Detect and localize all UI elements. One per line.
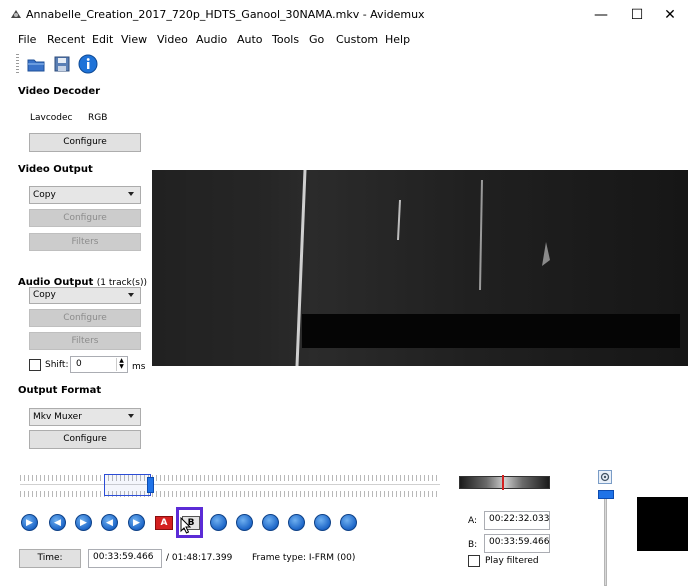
decoder-codec: Lavcodec	[30, 113, 73, 123]
menu-view[interactable]: View	[121, 33, 147, 46]
next-keyframe-button[interactable]: ▶	[128, 514, 145, 531]
video-output-selected: Copy	[33, 190, 56, 200]
volume-track[interactable]	[604, 496, 607, 586]
mouse-cursor-icon	[180, 517, 192, 534]
shift-spinbox[interactable]: 0 ▲ ▼	[70, 356, 128, 373]
volume-handle[interactable]	[598, 490, 614, 499]
previous-black-button[interactable]	[210, 514, 227, 531]
menu-edit[interactable]: Edit	[92, 33, 113, 46]
video-decoder-title: Video Decoder	[18, 86, 101, 97]
timeline-track-lower[interactable]	[20, 491, 440, 497]
audio-output-filters-button[interactable]: Filters	[29, 332, 141, 350]
marker-a-time[interactable]: 00:22:32.033	[484, 511, 550, 530]
video-output-title: Video Output	[18, 164, 93, 175]
shift-checkbox[interactable]	[29, 359, 41, 371]
menu-go[interactable]: Go	[309, 33, 324, 46]
time-button[interactable]: Time:	[19, 549, 81, 568]
menu-custom[interactable]: Custom	[336, 33, 378, 46]
menu-tools[interactable]: Tools	[272, 33, 299, 46]
total-duration: / 01:48:17.399	[166, 553, 233, 563]
marker-a-label: A:	[468, 516, 478, 526]
menu-file[interactable]: File	[18, 33, 36, 46]
play-filtered-label: Play filtered	[485, 556, 539, 566]
play-button[interactable]: ▶	[21, 514, 38, 531]
audio-output-select[interactable]: Copy	[29, 287, 141, 304]
open-folder-icon[interactable]	[26, 54, 46, 74]
selection-range[interactable]	[104, 474, 151, 496]
timeline-handle[interactable]	[147, 477, 155, 493]
mini-preview	[637, 497, 688, 551]
output-format-selected: Mkv Muxer	[33, 412, 82, 422]
chevron-down-icon	[128, 192, 134, 196]
output-format-title: Output Format	[18, 385, 102, 396]
shift-label: Shift:	[45, 360, 69, 370]
frame-type: Frame type: I-FRM (00)	[252, 553, 356, 563]
previous-frame-button[interactable]: ◀	[49, 514, 66, 531]
set-marker-a-button[interactable]: A	[155, 516, 173, 530]
video-preview	[152, 170, 688, 366]
decoder-format: RGB	[88, 113, 108, 123]
jog-shuttle[interactable]	[459, 476, 550, 489]
menu-video[interactable]: Video	[157, 33, 188, 46]
menu-help[interactable]: Help	[385, 33, 410, 46]
output-format-select[interactable]: Mkv Muxer	[29, 408, 141, 426]
play-filtered-checkbox[interactable]	[468, 555, 480, 567]
close-button[interactable]: ✕	[652, 0, 688, 30]
speaker-glyph-icon	[600, 472, 610, 482]
shift-value: 0	[76, 359, 82, 369]
menu-audio[interactable]: Audio	[196, 33, 227, 46]
speaker-icon[interactable]	[598, 470, 612, 484]
shift-unit: ms	[132, 362, 146, 372]
video-frame-image	[152, 170, 688, 366]
jog-shuttle-marker	[502, 475, 504, 490]
toolbar	[0, 50, 688, 78]
video-output-select[interactable]: Copy	[29, 186, 141, 204]
next-frame-button[interactable]: ▶	[75, 514, 92, 531]
menu-auto[interactable]: Auto	[237, 33, 263, 46]
go-forward-button[interactable]	[340, 514, 357, 531]
chevron-down-icon	[128, 414, 134, 418]
previous-keyframe-button[interactable]: ◀	[101, 514, 118, 531]
audio-output-selected: Copy	[33, 290, 56, 300]
chevron-down-icon	[128, 293, 134, 297]
marker-b-time[interactable]: 00:33:59.466	[484, 534, 550, 553]
info-icon[interactable]	[78, 54, 98, 74]
first-frame-button[interactable]	[262, 514, 279, 531]
spin-arrows-icon[interactable]: ▲ ▼	[116, 358, 126, 371]
last-frame-button[interactable]	[288, 514, 305, 531]
output-format-configure-button[interactable]: Configure	[29, 430, 141, 449]
title-bar: Annabelle_Creation_2017_720p_HDTS_Ganool…	[0, 0, 688, 30]
timeline-track-upper[interactable]	[20, 475, 440, 481]
menu-bar: File Recent Edit View Video Audio Auto T…	[0, 30, 688, 50]
current-time-field[interactable]: 00:33:59.466	[88, 549, 162, 568]
marker-b-label: B:	[468, 540, 478, 550]
go-back-button[interactable]	[314, 514, 331, 531]
video-output-configure-button[interactable]: Configure	[29, 209, 141, 227]
avidemux-app-icon	[11, 10, 21, 18]
timeline-groove	[20, 484, 440, 485]
next-black-button[interactable]	[236, 514, 253, 531]
toolbar-grip[interactable]	[16, 54, 19, 74]
window-title: Annabelle_Creation_2017_720p_HDTS_Ganool…	[26, 8, 425, 21]
menu-recent[interactable]: Recent	[47, 33, 85, 46]
save-disk-icon[interactable]	[52, 54, 72, 74]
decoder-configure-button[interactable]: Configure	[29, 133, 141, 152]
audio-output-configure-button[interactable]: Configure	[29, 309, 141, 327]
video-output-filters-button[interactable]: Filters	[29, 233, 141, 251]
